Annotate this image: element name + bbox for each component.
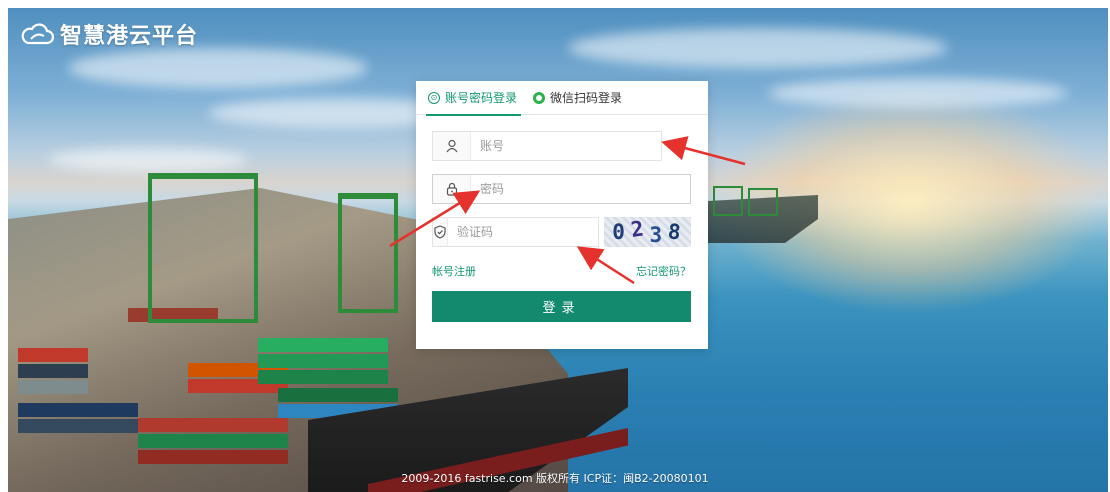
tab-password-login[interactable]: ⊙ 账号密码登录 <box>425 81 522 116</box>
cloud-logo-icon <box>20 23 54 45</box>
tab-label: 微信扫码登录 <box>550 91 623 105</box>
gantry-crane <box>748 188 778 216</box>
username-input[interactable] <box>471 132 661 160</box>
container-stack <box>258 354 388 368</box>
captcha-char: 2 <box>629 216 648 242</box>
brand-logo: 智慧港云平台 <box>20 18 198 50</box>
login-tabs: ⊙ 账号密码登录 微信扫码登录 <box>416 81 708 116</box>
container-stack <box>18 348 88 362</box>
container-stack <box>18 364 88 378</box>
captcha-field <box>432 217 607 247</box>
login-button[interactable]: 登录 <box>432 291 691 322</box>
gantry-crane <box>148 173 258 323</box>
forgot-password-link[interactable]: 忘记密码？ <box>636 263 691 279</box>
login-links: 帐号注册 忘记密码？ <box>432 263 691 279</box>
lock-icon <box>433 175 471 203</box>
captcha-char: 0 <box>612 220 627 244</box>
username-field <box>432 131 662 161</box>
login-panel: ⊙ 账号密码登录 微信扫码登录 账号 验证码 0 2 3 8 帐号注册 忘记密码… <box>416 81 708 349</box>
tab-wechat-login[interactable]: 微信扫码登录 <box>533 81 622 115</box>
container-stack <box>278 388 398 402</box>
container-stack <box>138 418 288 432</box>
wechat-icon <box>533 91 546 104</box>
container-stack <box>138 434 288 448</box>
user-icon <box>433 132 471 160</box>
container-stack <box>18 380 88 394</box>
captcha-char: 8 <box>666 219 685 245</box>
captcha-image[interactable]: 0 2 3 8 <box>604 216 691 247</box>
footer-copyright: 2009-2016 fastrise.com 版权所有 ICP证：闽B2-200… <box>401 472 709 485</box>
gantry-crane <box>338 193 398 313</box>
captcha-input[interactable] <box>448 218 607 246</box>
container-stack <box>258 338 388 352</box>
password-field <box>432 174 691 204</box>
brand-name: 智慧港云平台 <box>60 24 199 49</box>
captcha-char: 3 <box>649 223 665 247</box>
container-stack <box>258 370 388 384</box>
container-stack <box>18 419 138 433</box>
container-stack <box>18 403 138 417</box>
shield-icon <box>433 218 448 246</box>
gantry-crane <box>713 186 743 216</box>
password-input[interactable] <box>471 175 690 203</box>
tab-label: 账号密码登录 <box>445 91 518 105</box>
register-link[interactable]: 帐号注册 <box>432 263 476 279</box>
container-stack <box>138 450 288 464</box>
clock-icon: ⊙ <box>428 91 440 104</box>
